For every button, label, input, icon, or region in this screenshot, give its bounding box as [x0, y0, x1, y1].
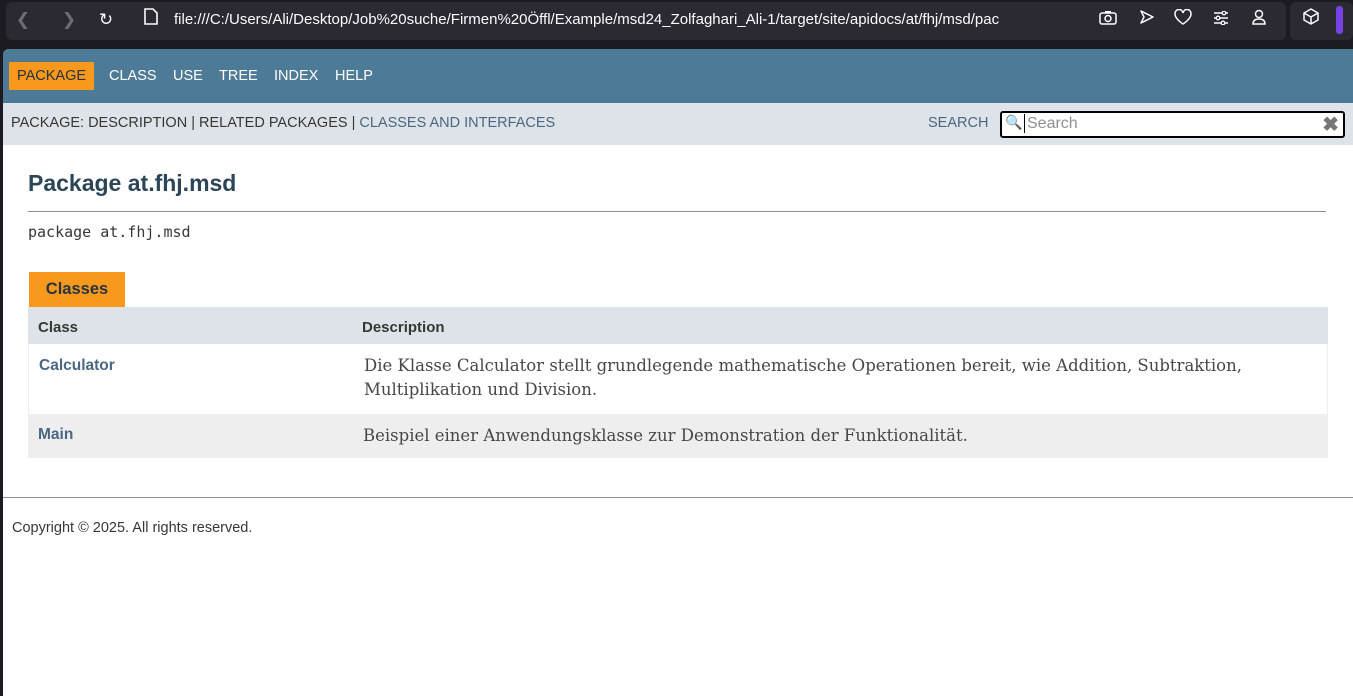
classes-and-interfaces-link[interactable]: CLASSES AND INTERFACES: [359, 115, 555, 131]
extension-icon[interactable]: [1298, 8, 1324, 32]
classes-table: Class Description Calculator Die Klasse …: [28, 307, 1328, 458]
search-label: SEARCH: [928, 115, 989, 131]
tab-classes[interactable]: Classes: [29, 272, 125, 307]
sidebar-accent: [1336, 6, 1343, 34]
screenshot-icon[interactable]: [1095, 8, 1121, 32]
sliders-icon[interactable]: [1208, 8, 1234, 32]
header-divider: [28, 211, 1326, 212]
file-icon[interactable]: [138, 8, 164, 32]
account-icon[interactable]: [1246, 8, 1272, 32]
class-description: Beispiel einer Anwendungsklasse zur Demo…: [363, 426, 968, 445]
nav-index[interactable]: INDEX: [274, 62, 318, 90]
package-signature: package at.fhj.msd: [28, 223, 191, 241]
column-header-class: Class: [38, 319, 79, 336]
nav-package[interactable]: PACKAGE: [9, 62, 95, 90]
class-link-main[interactable]: Main: [38, 426, 73, 444]
search-reset-icon[interactable]: ✖: [1322, 112, 1339, 137]
search-input[interactable]: [1024, 114, 1319, 133]
page-title: Package at.fhj.msd: [28, 170, 237, 196]
nav-help[interactable]: HELP: [335, 62, 373, 90]
column-header-description: Description: [362, 319, 445, 336]
copyright-text: Copyright © 2025. All rights reserved.: [12, 520, 253, 536]
class-link-calculator[interactable]: Calculator: [39, 357, 115, 375]
nav-class[interactable]: CLASS: [109, 62, 157, 90]
table-row: Calculator Die Klasse Calculator stellt …: [28, 344, 1328, 414]
address-bar-url[interactable]: file:///C:/Users/Ali/Desktop/Job%20suche…: [174, 9, 1074, 31]
browser-toolbar: ❮ ❯ ↻ file:///C:/Users/Ali/Desktop/Job%2…: [0, 0, 1353, 48]
class-description: Die Klasse Calculator stellt grundlegend…: [364, 356, 1242, 399]
nav-tree[interactable]: TREE: [219, 62, 258, 90]
search-box: 🔍 ✖: [1000, 111, 1345, 138]
table-header: Class Description: [28, 307, 1328, 344]
nav-use[interactable]: USE: [173, 62, 203, 90]
send-icon[interactable]: [1134, 8, 1160, 32]
reload-icon[interactable]: ↻: [93, 8, 119, 32]
top-navigation: PACKAGE CLASS USE TREE INDEX HELP: [3, 49, 1353, 103]
heart-icon[interactable]: [1170, 8, 1196, 32]
search-icon: 🔍: [1005, 115, 1023, 131]
footer-divider: [3, 497, 1353, 498]
back-icon[interactable]: ❮: [10, 8, 36, 32]
breadcrumb-text: PACKAGE: DESCRIPTION | RELATED PACKAGES …: [11, 115, 360, 131]
sub-navigation: PACKAGE: DESCRIPTION | RELATED PACKAGES …: [3, 103, 1353, 145]
table-row: Main Beispiel einer Anwendungsklasse zur…: [28, 414, 1328, 458]
forward-icon[interactable]: ❯: [56, 8, 82, 32]
page-viewport: PACKAGE CLASS USE TREE INDEX HELP PACKAG…: [3, 49, 1353, 696]
breadcrumb: PACKAGE: DESCRIPTION | RELATED PACKAGES …: [11, 115, 555, 131]
